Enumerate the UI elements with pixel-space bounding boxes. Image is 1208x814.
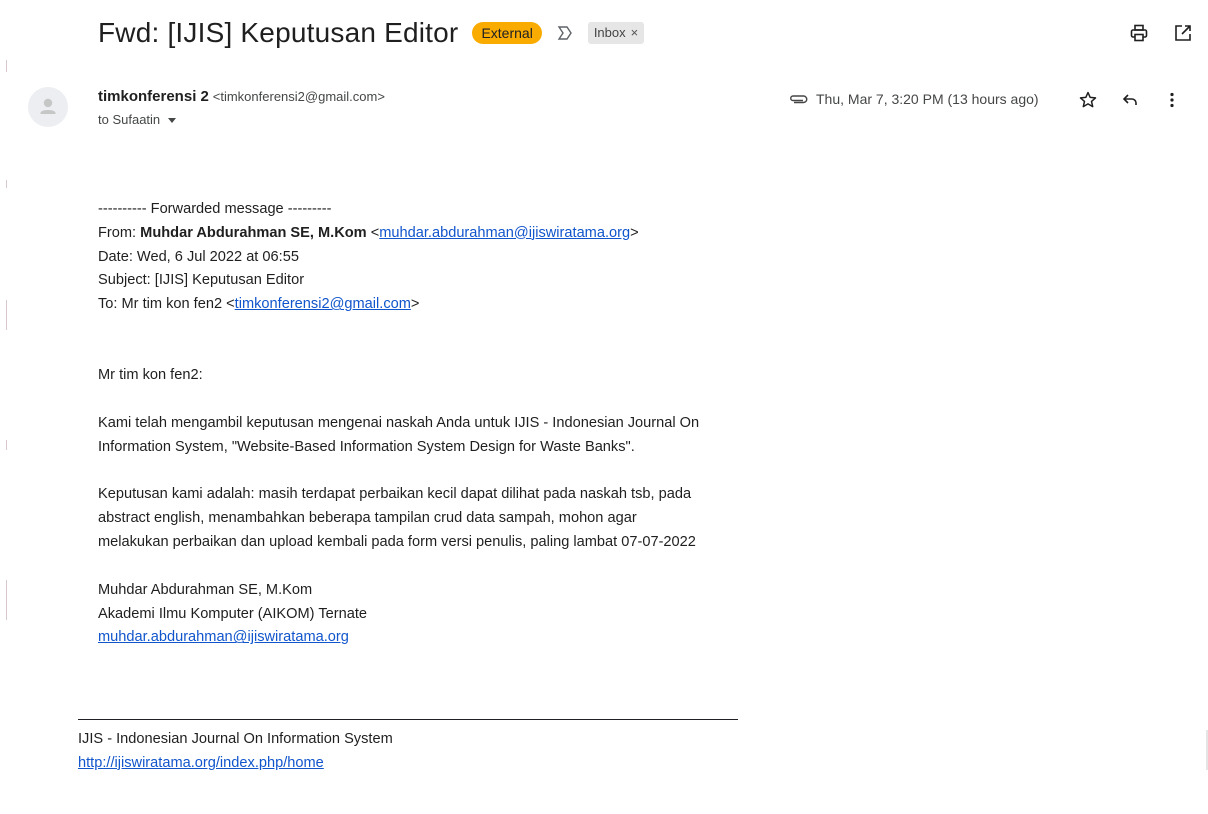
footer-divider: [78, 719, 738, 720]
from-label: From:: [98, 224, 141, 241]
edge-mark: [6, 60, 7, 72]
to-label: To: Mr tim kon fen2 <: [98, 296, 235, 313]
forward-date-line: Date: Wed, 6 Jul 2022 at 06:55: [98, 248, 299, 265]
signature-email-line: muhdar.abdurahman@ijiswiratama.org: [98, 626, 758, 650]
footer-url-link[interactable]: http://ijiswiratama.org/index.php/home: [78, 755, 324, 771]
sender-email: <timkonferensi2@gmail.com>: [212, 89, 385, 104]
recipient-details-toggle[interactable]: to Sufaatin: [98, 112, 177, 127]
footer-journal: IJIS - Indonesian Journal On Information…: [78, 731, 393, 747]
message-meta: Thu, Mar 7, 3:20 PM (13 hours ago): [788, 88, 1039, 110]
edge-mark: [6, 440, 7, 450]
from-open: <: [366, 224, 380, 241]
signature-email-link[interactable]: muhdar.abdurahman@ijiswiratama.org: [98, 629, 349, 645]
sender-row: timkonferensi 2 <timkonferensi2@gmail.co…: [98, 88, 385, 105]
forward-subject-line: Subject: [IJIS] Keputusan Editor: [98, 272, 305, 289]
footer: IJIS - Indonesian Journal On Information…: [78, 728, 393, 776]
forward-to-line: To: Mr tim kon fen2 <timkonferensi2@gmai…: [98, 293, 758, 317]
edge-mark: [6, 580, 7, 620]
greeting: Mr tim kon fen2:: [98, 366, 203, 383]
edge-mark: [6, 300, 7, 330]
sender-name[interactable]: timkonferensi 2: [98, 88, 209, 105]
to-close: >: [410, 296, 420, 313]
inbox-label-text: Inbox: [593, 25, 626, 40]
sender-avatar[interactable]: [28, 87, 68, 127]
remove-label-button[interactable]: ×: [631, 25, 639, 41]
external-badge: External: [472, 22, 542, 44]
avatar-person-icon: [40, 98, 56, 114]
message-date: Thu, Mar 7, 3:20 PM (13 hours ago): [816, 91, 1039, 107]
paragraph-decision: Keputusan kami adalah: masih terdapat pe…: [98, 486, 696, 550]
more-vert-icon[interactable]: [1160, 88, 1184, 112]
forward-header: ---------- Forwarded message ---------: [98, 201, 332, 217]
subject-row: Fwd: [IJIS] Keputusan Editor External In…: [98, 13, 645, 53]
forward-from-line: From: Muhdar Abdurahman SE, M.Kom <muhda…: [98, 222, 758, 246]
print-icon[interactable]: [1128, 22, 1150, 44]
chevron-down-icon: [168, 117, 177, 123]
reply-icon[interactable]: [1118, 88, 1142, 112]
from-name: Muhdar Abdurahman SE, M.Kom: [140, 224, 367, 241]
signature-org: Akademi Ilmu Komputer (AIKOM) Ternate: [98, 605, 368, 622]
thread-actions: [1128, 22, 1194, 44]
edge-mark: [6, 180, 7, 188]
important-marker-icon[interactable]: [556, 24, 574, 42]
star-icon[interactable]: [1076, 88, 1100, 112]
from-close: >: [630, 224, 639, 241]
attachment-icon: [788, 92, 810, 106]
message-body: ---------- Forwarded message --------- F…: [98, 198, 758, 650]
message-actions: [1076, 88, 1184, 112]
to-email-link[interactable]: timkonferensi2@gmail.com: [235, 296, 411, 312]
inbox-label-chip[interactable]: Inbox ×: [587, 22, 645, 44]
recipient-text: to Sufaatin: [98, 112, 161, 127]
window-left-edge: [0, 0, 8, 814]
signature-name: Muhdar Abdurahman SE, M.Kom: [98, 581, 313, 598]
email-subject: Fwd: [IJIS] Keputusan Editor: [98, 17, 459, 48]
open-in-new-window-icon[interactable]: [1172, 22, 1194, 44]
paragraph-decision-intro: Kami telah mengambil keputusan mengenai …: [98, 414, 700, 455]
from-email-link[interactable]: muhdar.abdurahman@ijiswiratama.org: [379, 225, 630, 241]
